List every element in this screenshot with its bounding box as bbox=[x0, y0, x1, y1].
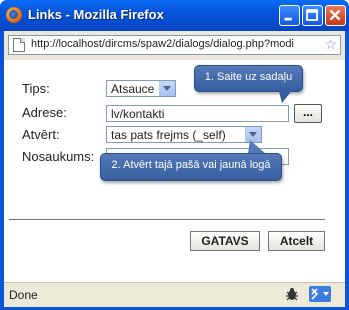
type-label: Tips: bbox=[22, 81, 50, 96]
callout-open-target: 2. Atvērt tajā pašā vai jaunā logā bbox=[100, 153, 282, 181]
bookmark-star-icon[interactable]: ☆ bbox=[322, 36, 337, 53]
open-select[interactable]: tas pats frejms (_self) bbox=[106, 126, 262, 143]
minimize-icon bbox=[284, 17, 292, 21]
callout-1-tail bbox=[278, 88, 294, 103]
address-input[interactable]: lv/kontakti bbox=[106, 105, 289, 122]
bug-icon[interactable] bbox=[284, 286, 300, 302]
ok-button[interactable]: GATAVS bbox=[190, 231, 260, 251]
callout-2-tail bbox=[248, 140, 266, 154]
url-field[interactable]: http://localhost/dircms/spaw2/dialogs/di… bbox=[8, 35, 341, 55]
close-button[interactable] bbox=[325, 5, 346, 26]
callout-2-text: 2. Atvērt tajā pašā vai jaunā logā bbox=[111, 159, 271, 171]
open-select-value: tas pats frejms (_self) bbox=[111, 128, 226, 142]
page-icon bbox=[13, 38, 25, 52]
callout-1-text: 1. Saite uz sadaļu bbox=[204, 71, 293, 83]
extension-icon[interactable] bbox=[309, 286, 331, 302]
minimize-button[interactable] bbox=[279, 5, 300, 26]
browser-window: Links - Mozilla Firefox http://localhost… bbox=[0, 0, 349, 310]
maximize-button[interactable] bbox=[302, 5, 323, 26]
address-bar: http://localhost/dircms/spaw2/dialogs/di… bbox=[4, 31, 345, 60]
type-select[interactable]: Atsauce bbox=[106, 80, 176, 97]
close-icon bbox=[329, 9, 341, 21]
title-bar[interactable]: Links - Mozilla Firefox bbox=[0, 0, 349, 31]
browse-button[interactable]: ... bbox=[294, 104, 322, 123]
name-label: Nosaukums: bbox=[22, 149, 95, 164]
address-input-value: lv/kontakti bbox=[111, 107, 165, 121]
maximize-icon bbox=[306, 9, 318, 21]
open-label: Atvērt: bbox=[22, 127, 60, 142]
type-select-value: Atsauce bbox=[111, 82, 155, 96]
chevron-down-icon bbox=[159, 81, 175, 96]
dialog-content: Tips: Atsauce Adrese: lv/kontakti ... At… bbox=[4, 60, 345, 282]
divider bbox=[9, 219, 325, 220]
url-text: http://localhost/dircms/spaw2/dialogs/di… bbox=[31, 38, 294, 50]
window-title: Links - Mozilla Firefox bbox=[28, 7, 164, 22]
address-label: Adrese: bbox=[22, 105, 67, 120]
status-bar: Done bbox=[4, 282, 345, 307]
puzzle-icon bbox=[311, 288, 319, 300]
firefox-icon bbox=[6, 7, 22, 23]
cancel-button[interactable]: Atcelt bbox=[268, 231, 325, 251]
status-text: Done bbox=[9, 288, 38, 302]
